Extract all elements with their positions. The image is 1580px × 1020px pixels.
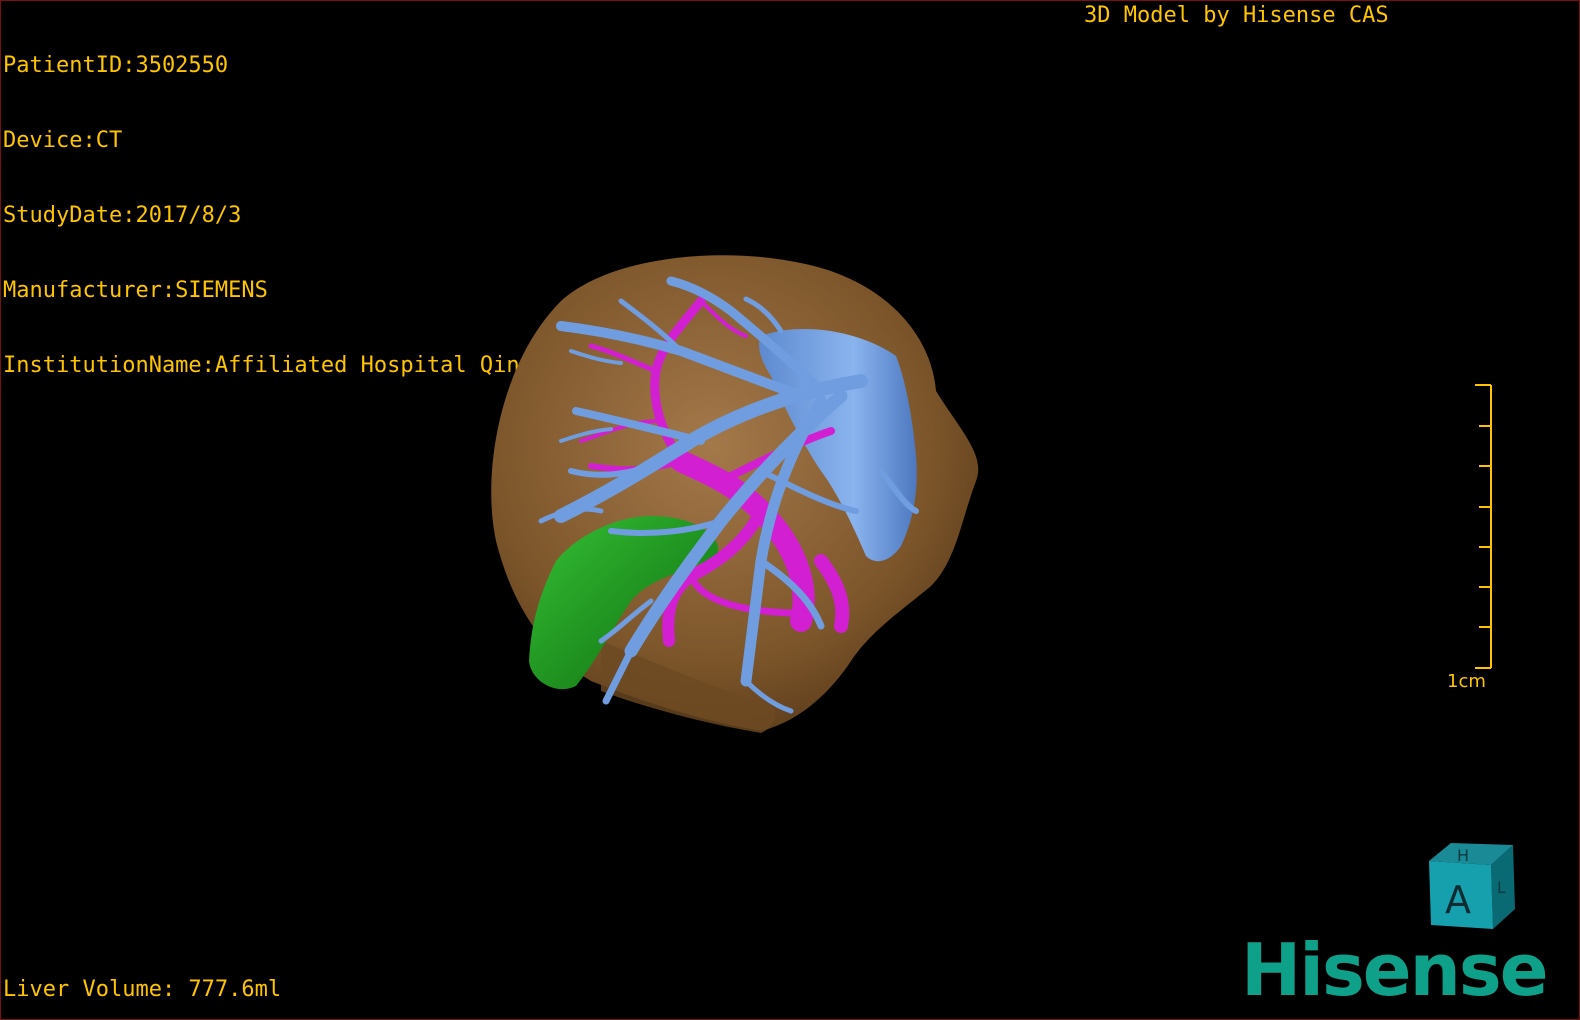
orientation-cube[interactable]: H A L (1421, 839, 1521, 934)
cube-top-letter: H (1457, 846, 1469, 865)
hisense-logo: Hisense (1241, 928, 1549, 1012)
3d-viewport[interactable]: PatientID:3502550 Device:CT StudyDate:20… (0, 0, 1580, 1020)
scale-bar-label: 1cm (1447, 671, 1486, 692)
scale-bar (1475, 384, 1492, 669)
cube-side-letter: L (1497, 878, 1506, 897)
liver-volume-text: Liver Volume: 777.6ml (3, 977, 282, 1002)
cube-front-letter: A (1445, 878, 1471, 922)
liver-3d-model[interactable] (1, 1, 1580, 1020)
